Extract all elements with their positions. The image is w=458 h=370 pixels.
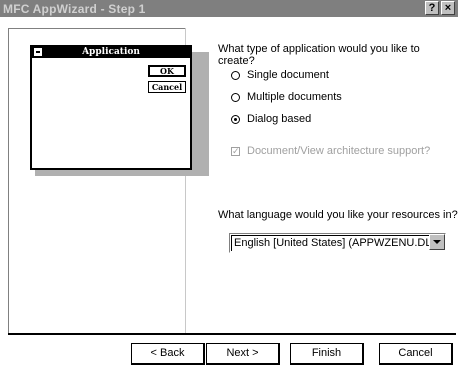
radio-selected-icon[interactable] bbox=[231, 114, 240, 124]
option-multiple-documents[interactable]: Multiple documents bbox=[231, 90, 342, 104]
preview-cancel-button: Cancel bbox=[148, 81, 186, 93]
dialog-preview-image: Application OK Cancel bbox=[30, 45, 192, 170]
close-button[interactable]: × bbox=[441, 1, 455, 15]
option-single-document[interactable]: Single document bbox=[231, 68, 329, 82]
option-label: Dialog based bbox=[247, 113, 312, 125]
preview-ok-button: OK bbox=[148, 65, 186, 77]
option-label: Multiple documents bbox=[247, 91, 342, 103]
radio-icon[interactable] bbox=[231, 92, 240, 102]
preview-title: Application bbox=[82, 47, 140, 57]
chevron-down-icon[interactable] bbox=[429, 234, 445, 250]
appwizard-dialog: MFC AppWizard - Step 1 ? × Application O… bbox=[0, 0, 458, 370]
finish-button[interactable]: Finish bbox=[290, 343, 364, 365]
app-type-question: What type of application would you like … bbox=[218, 43, 420, 67]
docview-label: Document/View architecture support? bbox=[247, 145, 431, 157]
preview-title-bar: Application bbox=[32, 47, 190, 58]
footer-separator bbox=[8, 333, 456, 335]
window-title: MFC AppWizard - Step 1 bbox=[3, 2, 146, 16]
title-bar[interactable]: MFC AppWizard - Step 1 ? × bbox=[0, 0, 458, 17]
radio-icon[interactable] bbox=[231, 70, 240, 80]
cancel-button[interactable]: Cancel bbox=[379, 343, 453, 365]
checkbox-icon: ✓ bbox=[231, 145, 240, 156]
language-question: What language would you like your resour… bbox=[218, 209, 458, 221]
language-select[interactable]: English [United States] (APPWZENU.DLL bbox=[229, 233, 446, 253]
docview-checkbox: ✓ Document/View architecture support? bbox=[231, 145, 430, 157]
next-button[interactable]: Next > bbox=[206, 343, 280, 365]
option-label: Single document bbox=[247, 69, 329, 81]
system-menu-icon bbox=[34, 48, 42, 56]
language-select-value: English [United States] (APPWZENU.DLL bbox=[234, 237, 438, 249]
help-button[interactable]: ? bbox=[425, 1, 439, 15]
option-dialog-based[interactable]: Dialog based bbox=[231, 112, 311, 126]
back-button[interactable]: < Back bbox=[131, 343, 205, 365]
